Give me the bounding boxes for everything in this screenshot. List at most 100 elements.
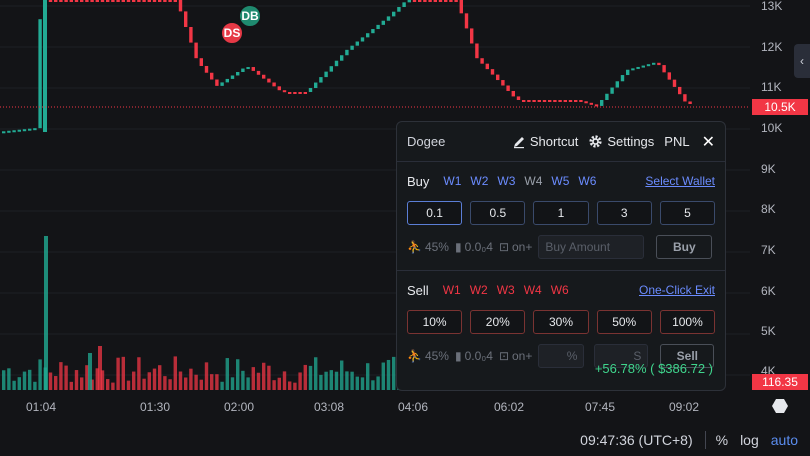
buy-wallet-w3[interactable]: W3 xyxy=(497,174,515,188)
volume-bar xyxy=(303,364,307,390)
settings-button[interactable]: Settings xyxy=(588,134,654,149)
volume-bar xyxy=(267,365,271,390)
candle xyxy=(184,11,188,27)
slippage-value: 45% xyxy=(424,240,449,254)
mev-value: on+ xyxy=(512,240,533,254)
one-click-exit-link[interactable]: One-Click Exit xyxy=(639,283,715,297)
volume-bar xyxy=(178,371,183,390)
buy-wallet-w6[interactable]: W6 xyxy=(578,174,596,188)
close-icon[interactable]: ✕ xyxy=(702,132,715,152)
price-label: 5K xyxy=(761,324,776,338)
volume-bar xyxy=(12,380,16,390)
candle xyxy=(626,69,630,76)
fuel-icon: ▮ xyxy=(454,240,462,254)
candle xyxy=(636,66,640,69)
volume-bar xyxy=(204,362,209,390)
candle xyxy=(33,128,37,131)
sell-percent-button[interactable]: 10% xyxy=(407,310,463,334)
volume-bar xyxy=(256,372,261,390)
buy-amount-button[interactable]: 1 xyxy=(533,201,589,225)
buy-amount-button[interactable]: 0.1 xyxy=(407,201,463,225)
price-label: 11K xyxy=(761,80,782,94)
candle xyxy=(423,0,427,2)
time-axis[interactable]: 01:04 01:30 02:00 03:08 04:06 06:02 07:4… xyxy=(0,392,750,422)
buy-amount-input[interactable]: Buy Amount xyxy=(538,235,645,259)
auto-scale-toggle[interactable]: auto xyxy=(771,432,798,448)
buy-amount-button[interactable]: 3 xyxy=(596,201,652,225)
shortcut-button[interactable]: Shortcut xyxy=(512,134,578,149)
buy-wallet-w1[interactable]: W1 xyxy=(443,174,461,188)
select-wallet-link[interactable]: Select Wallet xyxy=(645,174,715,188)
buy-button[interactable]: Buy xyxy=(656,235,713,259)
candle xyxy=(548,100,552,102)
mev-setting[interactable]: ⊡ on+ xyxy=(499,349,532,363)
volume-bar xyxy=(147,372,151,390)
candle xyxy=(12,130,16,133)
volume-bar xyxy=(230,377,235,390)
dev-sell-marker[interactable]: DS xyxy=(220,21,244,45)
candle xyxy=(262,74,266,79)
candle xyxy=(527,100,531,102)
dev-buy-marker[interactable]: DB xyxy=(238,4,262,28)
candle xyxy=(272,82,276,87)
buy-amount-button[interactable]: 0.5 xyxy=(470,201,526,225)
buy-wallet-w5[interactable]: W5 xyxy=(551,174,569,188)
volume-bar xyxy=(262,362,266,390)
candle xyxy=(340,55,344,61)
candle xyxy=(95,0,99,2)
candle xyxy=(412,0,417,2)
buy-options-row: ⛹ 45% ▮ 0.0₀4 ⊡ on+ Buy Amount Buy xyxy=(407,226,715,268)
candle xyxy=(17,129,21,132)
shortcut-label: Shortcut xyxy=(529,134,579,149)
candle xyxy=(74,0,79,2)
sell-percent-button[interactable]: 100% xyxy=(659,310,716,334)
buy-amount-button[interactable]: 5 xyxy=(659,201,716,225)
buy-wallet-row: Buy W1 W2 W3 W4 W5 W6 Select Wallet xyxy=(407,162,715,200)
chevron-left-icon[interactable]: ‹ xyxy=(794,44,810,78)
buy-wallet-w4[interactable]: W4 xyxy=(524,174,542,188)
gas-setting[interactable]: ▮ 0.0₀4 xyxy=(455,240,493,254)
candle xyxy=(314,82,318,89)
mev-setting[interactable]: ⊡ on+ xyxy=(499,240,532,254)
candle xyxy=(142,0,146,2)
clock-display[interactable]: 09:47:36 (UTC+8) xyxy=(580,432,692,448)
hexagon-settings-icon[interactable] xyxy=(772,398,788,414)
sell-wallet-w6[interactable]: W6 xyxy=(551,283,569,297)
quick-trade-panel: Dogee Shortcut Settings PNL ✕ Buy W1 W2 … xyxy=(396,121,726,391)
percent-scale-toggle[interactable]: % xyxy=(716,432,728,448)
volume-bar xyxy=(121,356,125,390)
pnl-button[interactable]: PNL xyxy=(664,134,689,149)
slippage-setting[interactable]: ⛹ 45% xyxy=(407,349,449,363)
sell-percent-button[interactable]: 30% xyxy=(533,310,589,334)
sell-percent-button[interactable]: 20% xyxy=(470,310,526,334)
buy-label: Buy xyxy=(407,173,430,189)
sell-wallet-w1[interactable]: W1 xyxy=(443,283,461,297)
sell-wallet-w3[interactable]: W3 xyxy=(497,283,515,297)
candle xyxy=(85,0,89,2)
volume-bar xyxy=(319,374,323,390)
candle xyxy=(90,0,94,2)
candle xyxy=(236,72,240,76)
candle xyxy=(288,92,292,94)
log-scale-toggle[interactable]: log xyxy=(740,432,759,448)
sell-percent-button[interactable]: 50% xyxy=(596,310,652,334)
gas-value: 0.0₀4 xyxy=(464,349,493,363)
sell-percent-input[interactable]: % xyxy=(538,344,585,368)
candle xyxy=(100,0,105,2)
candle xyxy=(282,90,287,93)
slippage-setting[interactable]: ⛹ 45% xyxy=(407,240,449,254)
candle xyxy=(480,58,484,64)
candle xyxy=(303,92,307,94)
candle xyxy=(418,0,422,2)
volume-bar xyxy=(184,377,188,390)
candle xyxy=(506,85,510,91)
sell-wallet-w4[interactable]: W4 xyxy=(524,283,542,297)
volume-bar xyxy=(158,365,162,390)
candle xyxy=(64,0,68,2)
volume-bar xyxy=(381,362,385,390)
sell-wallet-w2[interactable]: W2 xyxy=(470,283,488,297)
candle xyxy=(485,63,489,70)
gas-setting[interactable]: ▮ 0.0₀4 xyxy=(455,349,493,363)
separator xyxy=(704,431,706,449)
buy-wallet-w2[interactable]: W2 xyxy=(470,174,488,188)
